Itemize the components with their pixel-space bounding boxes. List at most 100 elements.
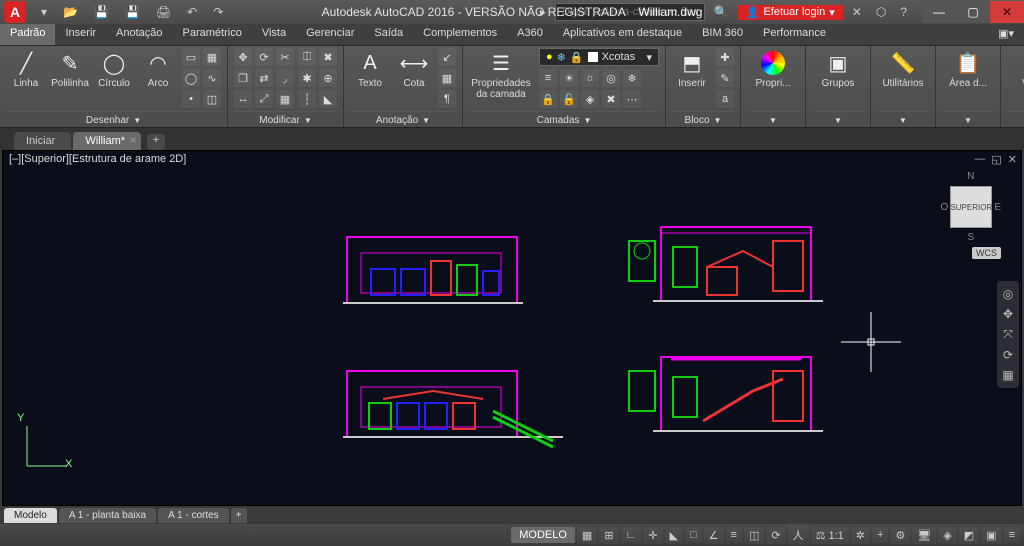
status-transp-icon[interactable]: ◫ xyxy=(744,527,764,544)
showmotion-icon[interactable]: ▦ xyxy=(1002,368,1013,382)
panel-block-title[interactable]: Bloco▼ xyxy=(672,111,734,127)
layfrz-icon[interactable]: ❄ xyxy=(623,69,641,87)
status-otrack-icon[interactable]: ∠ xyxy=(704,527,724,544)
status-monitor-icon[interactable]: 🖥 xyxy=(912,527,936,544)
layout-tab-planta[interactable]: A 1 - planta baixa xyxy=(59,508,156,523)
vp-close-icon[interactable]: ✕ xyxy=(1008,153,1017,166)
layon-icon[interactable]: ☀ xyxy=(560,69,578,87)
layout-tab-cortes[interactable]: A 1 - cortes xyxy=(158,508,229,523)
search-icon[interactable]: 🔍 xyxy=(709,5,734,19)
tab-inserir[interactable]: Inserir xyxy=(55,24,106,45)
break-icon[interactable]: ┆ xyxy=(298,90,316,108)
status-scale-button[interactable]: ⚖ 1:1 xyxy=(811,527,849,544)
trim-icon[interactable]: ✂ xyxy=(276,48,294,66)
laylock-icon[interactable]: 🔒 xyxy=(539,90,557,108)
viewcube[interactable]: N O SUPERIOR E S xyxy=(941,171,1001,243)
maximize-button[interactable]: ▢ xyxy=(956,1,990,23)
status-osnap-icon[interactable]: □ xyxy=(685,527,702,543)
tab-padrao[interactable]: Padrão xyxy=(0,24,55,45)
doc-tab-start[interactable]: Iniciar xyxy=(14,132,71,150)
status-lineweight-icon[interactable]: ≡ xyxy=(726,527,742,543)
orbit-icon[interactable]: ⟳ xyxy=(1003,348,1013,362)
stayconnected-icon[interactable]: ⬡ xyxy=(871,5,891,19)
utilities-button[interactable]: 📏Utilitários xyxy=(877,48,929,89)
tab-parametrico[interactable]: Paramétrico xyxy=(173,24,252,45)
tab-complementos[interactable]: Complementos xyxy=(413,24,507,45)
polilinha-button[interactable]: ✎Polilinha xyxy=(50,48,90,89)
groups-button[interactable]: ▣Grupos xyxy=(812,48,864,89)
panel-view-title[interactable]: ▼ xyxy=(1007,111,1024,127)
explode-icon[interactable]: ✱ xyxy=(298,69,316,87)
tab-gerenciar[interactable]: Gerenciar xyxy=(296,24,364,45)
add-tab-button[interactable]: + xyxy=(147,134,165,150)
status-clean-icon[interactable]: ▣ xyxy=(981,527,1001,544)
hatch-icon[interactable]: ▦ xyxy=(203,48,221,66)
viewcube-face[interactable]: SUPERIOR xyxy=(950,186,992,228)
status-modelspace-button[interactable]: MODELO xyxy=(511,527,575,543)
close-button[interactable]: ✕ xyxy=(990,1,1024,23)
layout-tab-model[interactable]: Modelo xyxy=(4,508,57,523)
spline-icon[interactable]: ∿ xyxy=(203,69,221,87)
rect-icon[interactable]: ▭ xyxy=(182,48,200,66)
drawing-viewport[interactable]: [–][Superior][Estrutura de arame 2D] — ◱… xyxy=(2,150,1022,506)
layoff-icon[interactable]: ☼ xyxy=(581,69,599,87)
tab-anotacao[interactable]: Anotação xyxy=(106,24,172,45)
vp-restore-icon[interactable]: ◱ xyxy=(991,153,1001,166)
save-icon[interactable]: 💾 xyxy=(89,5,114,19)
tab-a360[interactable]: A360 xyxy=(507,24,553,45)
edit-block-icon[interactable]: ✎ xyxy=(716,69,734,87)
close-tab-icon[interactable]: ✕ xyxy=(130,135,138,146)
layout-tab-add[interactable]: + xyxy=(231,508,247,523)
status-custom-icon[interactable]: ≡ xyxy=(1004,527,1020,543)
status-annoscale-icon[interactable]: 人 xyxy=(788,525,809,545)
fillet-icon[interactable]: ◞ xyxy=(276,69,294,87)
status-polar-icon[interactable]: ✛ xyxy=(643,527,662,544)
layer-props-button[interactable]: ☰Propriedades da camada xyxy=(469,48,533,100)
move-icon[interactable]: ✥ xyxy=(234,48,252,66)
laydel-icon[interactable]: ✖ xyxy=(602,90,620,108)
leader-icon[interactable]: ↙ xyxy=(438,48,456,66)
cota-button[interactable]: ⟷Cota xyxy=(394,48,434,89)
panel-draw-title[interactable]: Desenhar▼ xyxy=(6,111,221,127)
open-icon[interactable]: 📂 xyxy=(58,5,83,19)
layiso-icon[interactable]: ◎ xyxy=(602,69,620,87)
tab-performance[interactable]: Performance xyxy=(753,24,836,45)
inserir-button[interactable]: ⬒Inserir xyxy=(672,48,712,89)
layer-combo[interactable]: ●❄🔒Xcotas▾ xyxy=(539,48,659,66)
status-ortho-icon[interactable]: ∟ xyxy=(621,527,642,543)
table-icon[interactable]: ▦ xyxy=(438,69,456,87)
ribbon-collapse-icon[interactable]: ▣▾ xyxy=(988,24,1024,45)
properties-button[interactable]: Propri... xyxy=(747,48,799,89)
erase-icon[interactable]: ✖ xyxy=(319,48,337,66)
steering-wheel-icon[interactable]: ◎ xyxy=(1003,287,1013,301)
view-button[interactable]: ◲Vista xyxy=(1007,48,1024,89)
doc-tab-file[interactable]: William*✕ xyxy=(73,132,141,150)
help-icon[interactable]: ? xyxy=(895,5,912,19)
new-icon[interactable]: ▾ xyxy=(36,5,52,19)
stretch-icon[interactable]: ↔ xyxy=(234,90,252,108)
minimize-button[interactable]: — xyxy=(922,1,956,23)
status-grid-icon[interactable]: ▦ xyxy=(577,527,597,544)
wcs-label[interactable]: WCS xyxy=(972,247,1001,259)
panel-properties-title[interactable]: ▼ xyxy=(747,111,799,127)
ellipse-icon[interactable]: ◯ xyxy=(182,69,200,87)
viewport-label[interactable]: [–][Superior][Estrutura de arame 2D] xyxy=(9,153,186,165)
tab-destaque[interactable]: Aplicativos em destaque xyxy=(553,24,692,45)
panel-utilities-title[interactable]: ▼ xyxy=(877,111,929,127)
panel-groups-title[interactable]: ▼ xyxy=(812,111,864,127)
redo-icon[interactable]: ↷ xyxy=(208,5,228,19)
vp-minimize-icon[interactable]: — xyxy=(974,153,985,166)
join-icon[interactable]: ⊕ xyxy=(319,69,337,87)
attr-icon[interactable]: a xyxy=(716,90,734,108)
laymore-icon[interactable]: ⋯ xyxy=(623,90,641,108)
sign-in-button[interactable]: 👤 Efetuar login ▾ xyxy=(738,5,843,20)
layunlock-icon[interactable]: 🔓 xyxy=(560,90,578,108)
clipboard-button[interactable]: 📋Área d... xyxy=(942,48,994,89)
status-hardware-icon[interactable]: ◈ xyxy=(938,527,956,544)
zoom-extents-icon[interactable]: ⤧ xyxy=(1003,327,1013,342)
linha-button[interactable]: ╱Linha xyxy=(6,48,46,89)
panel-annotate-title[interactable]: Anotação▼ xyxy=(350,111,456,127)
panel-modify-title[interactable]: Modificar▼ xyxy=(234,111,337,127)
tab-bim360[interactable]: BIM 360 xyxy=(692,24,753,45)
status-cycling-icon[interactable]: ⟳ xyxy=(766,527,785,544)
